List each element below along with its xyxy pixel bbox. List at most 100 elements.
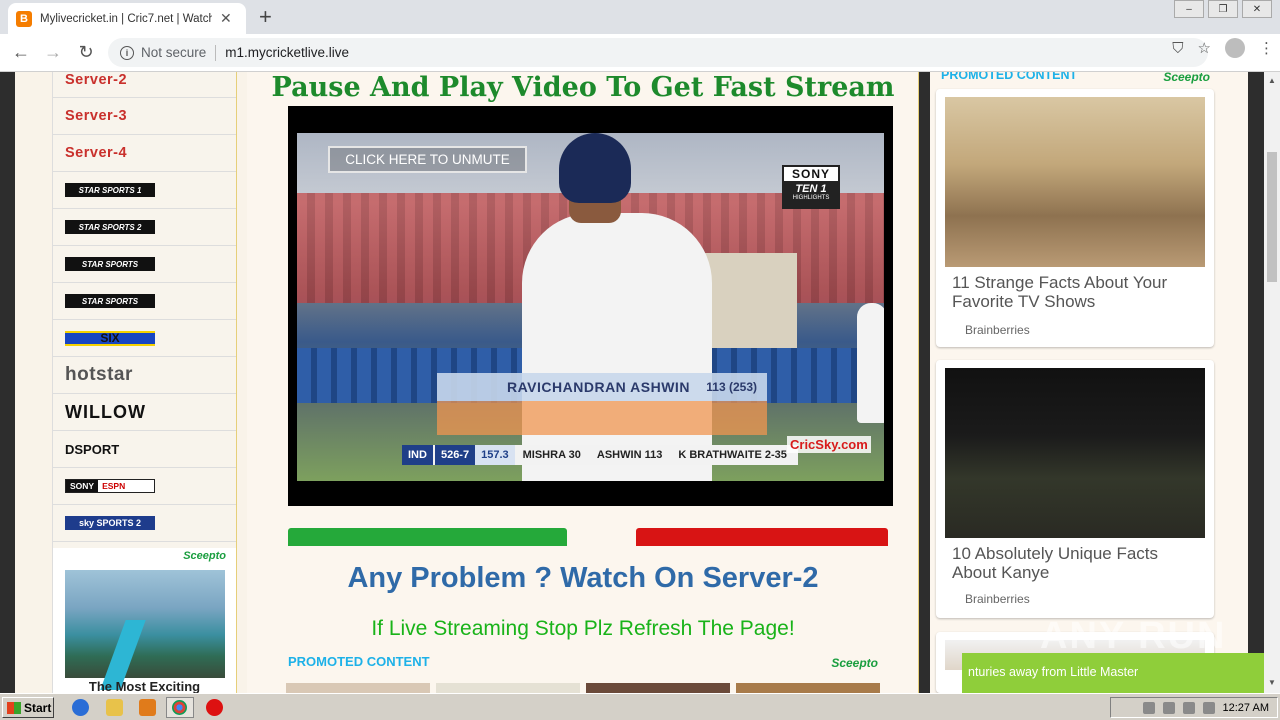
flag-icon[interactable] — [1202, 701, 1215, 714]
star-sports-3-logo[interactable]: STAR SPORTS — [65, 257, 155, 271]
main-content: Pause And Play Video To Get Fast Stream … — [247, 72, 919, 693]
promo-card-title[interactable]: 10 Absolutely Unique Facts About Kanye — [952, 544, 1202, 582]
six-logo[interactable]: SIX — [65, 330, 155, 346]
server-link[interactable]: Server-3 — [65, 108, 127, 124]
sony-espn-logo[interactable]: SONY ESPN — [65, 479, 155, 493]
green-server-button[interactable] — [288, 528, 567, 546]
promo-card[interactable]: 10 Absolutely Unique Facts About Kanye B… — [936, 360, 1214, 618]
ticker-team: IND — [402, 445, 433, 465]
willow-logo[interactable]: WILLOW — [65, 402, 146, 423]
sidebar-item-server-2[interactable]: Server-2 — [53, 72, 236, 98]
refresh-message: If Live Streaming Stop Plz Refresh The P… — [371, 617, 795, 640]
tab-close-icon[interactable]: ✕ — [220, 10, 232, 27]
menu-dots-icon[interactable]: ⋮ — [1259, 39, 1274, 57]
url-text[interactable]: m1.mycricketlive.live — [225, 45, 349, 60]
star-sports-1-logo[interactable]: STAR SPORTS 1 — [65, 183, 155, 197]
cricsky-watermark: CricSky.com — [787, 436, 871, 453]
sidebar-item-six[interactable]: SIX — [53, 320, 236, 357]
sidebar-item-star-sports-2[interactable]: STAR SPORTS 2 — [53, 209, 236, 246]
promo-card-image[interactable] — [945, 97, 1205, 267]
blogger-favicon-icon: B — [16, 10, 32, 27]
promo-thumbnails — [286, 683, 886, 693]
clock[interactable]: 12:27 AM — [1223, 702, 1269, 714]
promo-card-image[interactable] — [945, 368, 1205, 538]
sidebar-ad[interactable]: Sceepto The Most Exciting — [53, 548, 236, 693]
info-icon[interactable]: i — [120, 45, 134, 60]
ticker-overs: 157.3 — [475, 445, 515, 465]
network-icon[interactable] — [1162, 701, 1175, 714]
video-helmet — [559, 133, 631, 203]
sidebar-item-hotstar[interactable]: hotstar — [53, 357, 236, 394]
promo-card-title[interactable]: 11 Strange Facts About Your Favorite TV … — [952, 273, 1202, 311]
promo-thumb[interactable] — [586, 683, 730, 693]
sidebar-item-dsport[interactable]: DSPORT — [53, 431, 236, 468]
not-secure-label: Not secure — [141, 45, 207, 60]
sidebar-item-star-sports-3[interactable]: STAR SPORTS — [53, 246, 236, 283]
tray-arrow-icon[interactable] — [1142, 701, 1155, 714]
scroll-down-icon[interactable]: ▼ — [1268, 678, 1276, 687]
star-sports-4-logo[interactable]: STAR SPORTS — [65, 294, 155, 308]
dsport-logo[interactable]: DSPORT — [65, 442, 119, 457]
address-bar[interactable]: i Not secure m1.mycricketlive.live — [108, 38, 1208, 67]
media-player-icon[interactable] — [139, 699, 156, 716]
bookmark-star-icon[interactable]: ☆ — [1198, 39, 1211, 57]
toolbar-actions: ⛉ ☆ ⋮ — [1158, 38, 1274, 58]
ie-icon[interactable] — [72, 699, 89, 716]
windows-flag-icon — [7, 701, 21, 714]
new-tab-button[interactable]: + — [259, 5, 272, 29]
promo-card-source: Brainberries — [965, 592, 1030, 606]
sky-sports-2-logo[interactable]: sky SPORTS 2 — [65, 516, 155, 530]
red-server-button[interactable] — [636, 528, 888, 546]
video-frame[interactable]: CLICK HERE TO UNMUTE SONY TEN 1 HIGHLIGH… — [297, 133, 884, 481]
sidebar-item-star-sports-4[interactable]: STAR SPORTS — [53, 283, 236, 320]
windows-taskbar: Start 12:27 AM — [0, 693, 1280, 720]
restore-button[interactable]: ❐ — [1208, 0, 1238, 18]
notification-bar[interactable]: nturies away from Little Master — [962, 653, 1264, 693]
scrollbar-thumb[interactable] — [1267, 152, 1277, 282]
promo-thumb[interactable] — [436, 683, 580, 693]
sony-text: SONY — [66, 480, 99, 492]
volume-icon[interactable] — [1182, 701, 1195, 714]
sidebar-item-server-4[interactable]: Server-4 — [53, 135, 236, 172]
page-headline: Pause And Play Video To Get Fast Stream — [271, 72, 895, 103]
sony-logo-line2: TEN 1 — [795, 183, 827, 195]
sceepto-brand-logo: Sceepto — [183, 550, 226, 562]
sceepto-brand-logo: Sceepto — [831, 656, 878, 670]
promo-thumb[interactable] — [286, 683, 430, 693]
ad-image[interactable] — [65, 570, 225, 690]
back-arrow-icon[interactable]: ← — [10, 42, 32, 62]
scroll-up-icon[interactable]: ▲ — [1268, 76, 1276, 85]
unmute-button[interactable]: CLICK HERE TO UNMUTE — [328, 146, 527, 173]
close-window-button[interactable]: ✕ — [1242, 0, 1272, 18]
promo-thumb[interactable] — [736, 683, 880, 693]
browser-tab[interactable]: B Mylivecricket.in | Cric7.net | Watch L… — [8, 3, 246, 34]
star-sports-2-logo[interactable]: STAR SPORTS 2 — [65, 220, 155, 234]
hotstar-logo[interactable]: hotstar — [65, 364, 133, 386]
folder-icon[interactable] — [106, 699, 123, 716]
channel-sidebar: Server-2 Server-3 Server-4 STAR SPORTS 1… — [52, 72, 237, 693]
shield-blocked-icon[interactable]: ⛉ — [1172, 40, 1183, 57]
profile-avatar-icon[interactable] — [1225, 38, 1245, 58]
video-player[interactable]: CLICK HERE TO UNMUTE SONY TEN 1 HIGHLIGH… — [288, 106, 893, 506]
minimize-button[interactable]: – — [1174, 0, 1204, 18]
sidebar-item-sony-espn[interactable]: SONY ESPN — [53, 468, 236, 505]
server-link[interactable]: Server-4 — [65, 145, 127, 161]
notification-text[interactable]: nturies away from Little Master — [968, 665, 1138, 679]
ad-caption[interactable]: The Most Exciting — [53, 679, 236, 693]
sidebar-item-server-3[interactable]: Server-3 — [53, 98, 236, 135]
sidebar-item-willow[interactable]: WILLOW — [53, 394, 236, 431]
reload-icon[interactable]: ↻ — [75, 42, 97, 62]
server-message: Any Problem ? Watch On Server-2 — [347, 562, 819, 594]
page-viewport: Server-2 Server-3 Server-4 STAR SPORTS 1… — [0, 72, 1264, 693]
page-scrollbar[interactable]: ▲ ▼ — [1264, 72, 1280, 693]
start-button[interactable]: Start — [2, 697, 54, 718]
sony-logo-line3: HIGHLIGHTS — [792, 195, 830, 201]
sony-ten-logo: SONY TEN 1 HIGHLIGHTS — [782, 165, 840, 209]
promo-card[interactable]: 11 Strange Facts About Your Favorite TV … — [936, 89, 1214, 347]
sidebar-item-star-sports-1[interactable]: STAR SPORTS 1 — [53, 172, 236, 209]
forward-arrow-icon[interactable]: → — [42, 42, 64, 62]
opera-icon[interactable] — [206, 699, 223, 716]
server-link[interactable]: Server-2 — [65, 72, 127, 88]
sidebar-item-sky-sports-2[interactable]: sky SPORTS 2 — [53, 505, 236, 542]
promoted-content-label: PROMOTED CONTENT — [941, 72, 1078, 82]
